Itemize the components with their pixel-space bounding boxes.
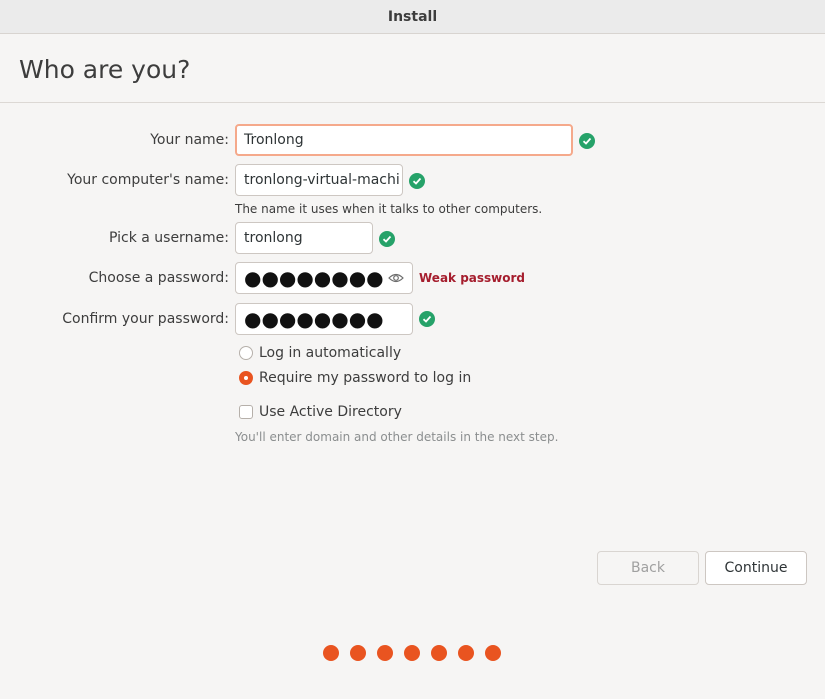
back-button[interactable]: Back — [597, 551, 699, 585]
active-directory-label: Use Active Directory — [259, 404, 402, 420]
progress-dot — [377, 645, 393, 661]
username-input-value: tronlong — [244, 230, 303, 246]
username-valid-check-icon — [379, 231, 395, 247]
require-password-label: Require my password to log in — [259, 370, 472, 386]
password-input-value: ●●●●●●●● — [244, 266, 384, 290]
progress-indicator — [323, 645, 501, 661]
login-automatically-label: Log in automatically — [259, 345, 402, 361]
progress-dot — [323, 645, 339, 661]
name-input-value: Tronlong — [244, 132, 304, 148]
require-password-option[interactable]: Require my password to log in — [239, 370, 471, 386]
page-title: Who are you? — [19, 55, 191, 84]
confirm-password-valid-check-icon — [419, 311, 435, 327]
confirm-password-input[interactable]: ●●●●●●●● — [235, 303, 413, 335]
progress-dot — [458, 645, 474, 661]
confirm-password-input-value: ●●●●●●●● — [244, 307, 384, 331]
window-title: Install — [387, 8, 438, 25]
username-label: Pick a username: — [108, 230, 229, 246]
active-directory-checkbox[interactable] — [239, 405, 253, 419]
active-directory-hint: You'll enter domain and other details in… — [235, 430, 559, 444]
login-automatically-option[interactable]: Log in automatically — [239, 345, 401, 361]
password-strength: Weak password — [419, 271, 526, 285]
require-password-radio[interactable] — [239, 371, 253, 385]
progress-dot — [431, 645, 447, 661]
password-label: Choose a password: — [88, 270, 229, 286]
computer-name-valid-check-icon — [409, 173, 425, 189]
progress-dot — [404, 645, 420, 661]
username-input[interactable]: tronlong — [235, 222, 373, 254]
progress-dot — [350, 645, 366, 661]
title-divider — [0, 102, 825, 103]
computer-name-label: Your computer's name: — [67, 172, 229, 188]
computer-name-input[interactable]: tronlong-virtual-machi — [235, 164, 403, 196]
confirm-password-label: Confirm your password: — [62, 311, 229, 327]
computer-name-input-value: tronlong-virtual-machi — [244, 172, 400, 188]
continue-button[interactable]: Continue — [705, 551, 807, 585]
name-valid-check-icon — [579, 133, 595, 149]
login-automatically-radio[interactable] — [239, 346, 253, 360]
name-label: Your name: — [150, 132, 229, 148]
progress-dot — [485, 645, 501, 661]
window-titlebar: Install — [0, 0, 825, 34]
eye-icon[interactable] — [388, 271, 404, 285]
name-input[interactable]: Tronlong — [235, 124, 573, 156]
computer-name-hint: The name it uses when it talks to other … — [235, 202, 543, 216]
active-directory-option[interactable]: Use Active Directory — [239, 404, 402, 420]
password-input[interactable]: ●●●●●●●● — [235, 262, 413, 294]
